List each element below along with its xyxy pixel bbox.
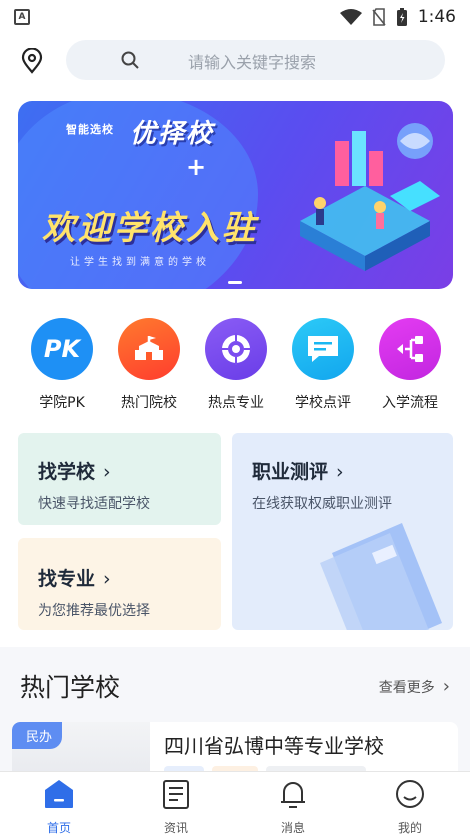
chevron-right-icon: ›: [336, 461, 344, 483]
find-major-title: 找专业: [38, 568, 96, 590]
pk-icon: PK: [31, 318, 93, 380]
banner-small-tag: 智能选校: [66, 123, 114, 136]
entry-hot-majors[interactable]: 热点专业: [196, 318, 276, 412]
wifi-icon: [339, 9, 362, 25]
entry-school-reviews[interactable]: 学校点评: [283, 318, 363, 412]
no-sim-icon: [372, 8, 386, 26]
search-placeholder: 请输入关键字搜索: [188, 53, 317, 72]
entry-label: 入学流程: [382, 395, 438, 411]
search-input[interactable]: 请输入关键字搜索: [66, 40, 445, 80]
banner-main-text: 欢迎学校入驻: [42, 208, 258, 247]
school-name: 四川省弘博中等专业学校: [164, 734, 384, 758]
quick-entry-grid: PK 学院PK 热门院校 热点专业 学校点评 入学流程: [0, 318, 470, 413]
banner-illustration: [300, 123, 440, 271]
find-school-subtitle: 快速寻找适配学校: [38, 496, 150, 512]
comment-icon: [292, 318, 354, 380]
entry-label: 学校点评: [295, 395, 351, 411]
feature-cards: 找学校 › 快速寻找适配学校 找专业 › 为您推荐最优选择 职业测评 › 在线获取权威…: [18, 433, 453, 630]
bottom-tab-bar: 首页 资讯 消息 我的: [0, 771, 470, 837]
entry-college-pk[interactable]: PK 学院PK: [22, 318, 102, 412]
status-time: 1:46: [417, 7, 456, 27]
find-school-card[interactable]: 找学校 › 快速寻找适配学校: [18, 433, 221, 525]
app-notification-icon: A: [14, 9, 30, 25]
chevron-right-icon: ›: [103, 568, 111, 590]
view-more-link[interactable]: 查看更多 ›: [379, 676, 450, 697]
promo-banner[interactable]: 智能选校 优择校 + 欢迎学校入驻 让学生找到满意的学校: [18, 101, 453, 289]
find-major-card[interactable]: 找专业 › 为您推荐最优选择: [18, 538, 221, 630]
find-school-title: 找学校: [38, 461, 96, 483]
banner-plus: +: [186, 153, 207, 181]
career-test-card[interactable]: 职业测评 › 在线获取权威职业测评: [232, 433, 453, 630]
chevron-right-icon: ›: [103, 461, 111, 483]
banner-indicator: [228, 281, 242, 284]
entry-label: 学院PK: [39, 395, 85, 411]
home-icon: [45, 780, 73, 808]
entry-hot-colleges[interactable]: 热门院校: [109, 318, 189, 412]
banner-subtitle: 让学生找到满意的学校: [70, 257, 210, 268]
campus-building-icon: [118, 318, 180, 380]
profile-icon: [396, 780, 424, 808]
flow-icon: [379, 318, 441, 380]
search-row: 请输入关键字搜索: [0, 40, 470, 80]
chevron-right-icon: ›: [442, 676, 450, 697]
target-icon: [205, 318, 267, 380]
tab-home[interactable]: 首页: [24, 778, 94, 836]
location-pin-icon[interactable]: [20, 48, 44, 74]
career-test-subtitle: 在线获取权威职业测评: [252, 496, 392, 512]
search-icon: [121, 51, 139, 69]
tab-news[interactable]: 资讯: [141, 778, 211, 836]
entry-admission-flow[interactable]: 入学流程: [370, 318, 450, 412]
career-test-title: 职业测评: [252, 461, 329, 483]
document-illustration: [320, 523, 442, 630]
battery-charging-icon: [396, 8, 407, 26]
entry-label: 热点专业: [208, 395, 264, 411]
school-type-badge: 民办: [12, 722, 63, 749]
entry-label: 热门院校: [121, 395, 177, 411]
banner-headline: 优择校: [130, 119, 215, 149]
news-icon: [163, 780, 189, 809]
find-major-subtitle: 为您推荐最优选择: [38, 603, 150, 619]
status-bar: A 1:46: [0, 0, 470, 34]
hot-schools-title: 热门学校: [20, 673, 121, 702]
tab-messages[interactable]: 消息: [258, 778, 328, 836]
bell-icon: [281, 782, 305, 808]
tab-profile[interactable]: 我的: [375, 778, 445, 836]
